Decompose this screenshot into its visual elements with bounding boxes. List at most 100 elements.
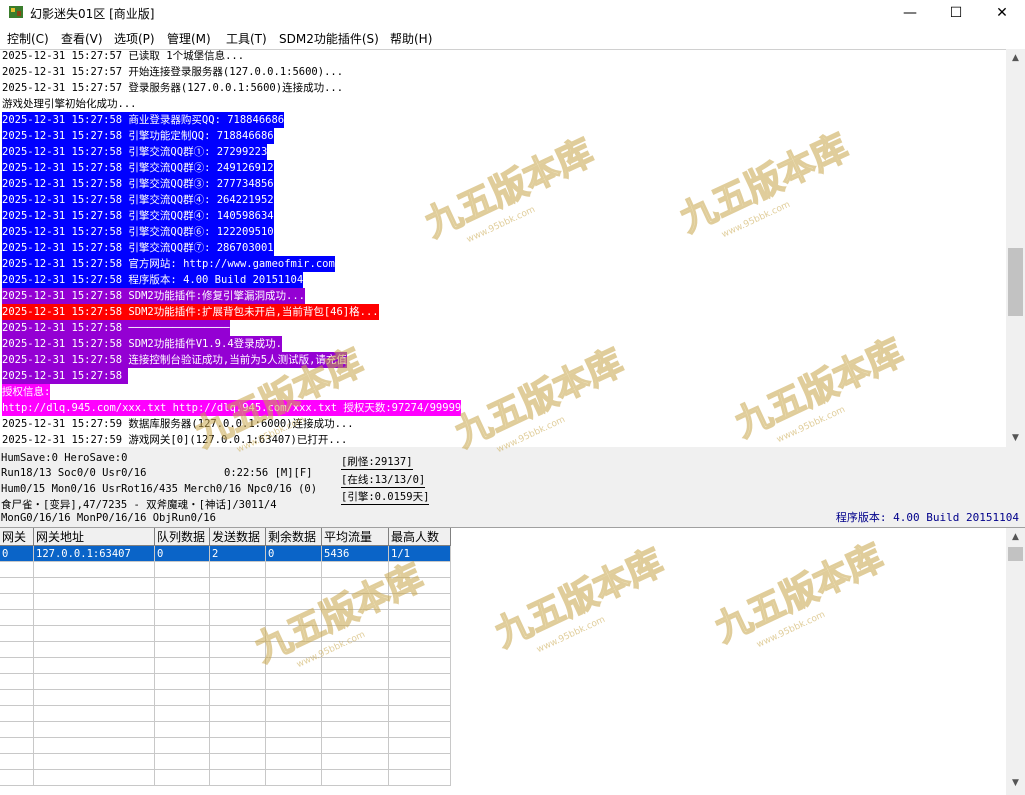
grid-empty-cell[interactable] <box>34 594 155 610</box>
grid-header-cell[interactable]: 发送数据 <box>210 528 266 546</box>
grid-header-cell[interactable]: 队列数据 <box>155 528 210 546</box>
grid-empty-cell[interactable] <box>266 642 322 658</box>
grid-empty-cell[interactable] <box>34 706 155 722</box>
grid-scroll-up-icon[interactable]: ▲ <box>1006 528 1025 545</box>
grid-empty-cell[interactable] <box>322 578 389 594</box>
grid-empty-cell[interactable] <box>389 706 451 722</box>
grid-cell[interactable]: 127.0.0.1:63407 <box>34 546 155 562</box>
grid-empty-cell[interactable] <box>34 738 155 754</box>
grid-empty-cell[interactable] <box>34 690 155 706</box>
grid-empty-cell[interactable] <box>389 562 451 578</box>
grid-empty-cell[interactable] <box>322 562 389 578</box>
grid-empty-cell[interactable] <box>266 658 322 674</box>
grid-empty-cell[interactable] <box>266 578 322 594</box>
grid-empty-cell[interactable] <box>389 738 451 754</box>
grid-empty-cell[interactable] <box>322 610 389 626</box>
grid-empty-cell[interactable] <box>34 754 155 770</box>
grid-empty-cell[interactable] <box>0 578 34 594</box>
grid-empty-cell[interactable] <box>34 578 155 594</box>
grid-empty-cell[interactable] <box>389 722 451 738</box>
grid-empty-cell[interactable] <box>322 594 389 610</box>
grid-empty-cell[interactable] <box>389 642 451 658</box>
grid-empty-cell[interactable] <box>322 706 389 722</box>
grid-empty-cell[interactable] <box>266 610 322 626</box>
grid-cell[interactable]: 2 <box>210 546 266 562</box>
grid-empty-cell[interactable] <box>210 578 266 594</box>
close-button[interactable]: ✕ <box>979 0 1025 25</box>
grid-empty-cell[interactable] <box>210 674 266 690</box>
grid-empty-cell[interactable] <box>322 658 389 674</box>
grid-cell[interactable]: 5436 <box>322 546 389 562</box>
grid-empty-cell[interactable] <box>210 594 266 610</box>
grid-empty-cell[interactable] <box>0 594 34 610</box>
grid-empty-cell[interactable] <box>155 594 210 610</box>
grid-cell[interactable]: 0 <box>266 546 322 562</box>
grid-empty-cell[interactable] <box>155 770 210 786</box>
grid-empty-cell[interactable] <box>0 562 34 578</box>
scroll-down-icon[interactable]: ▼ <box>1006 429 1025 446</box>
grid-empty-cell[interactable] <box>34 770 155 786</box>
grid-empty-cell[interactable] <box>0 674 34 690</box>
menu-help[interactable]: 帮助(H) <box>390 30 432 47</box>
menu-options[interactable]: 选项(P) <box>114 30 155 47</box>
grid-empty-cell[interactable] <box>0 642 34 658</box>
grid-empty-cell[interactable] <box>266 690 322 706</box>
grid-empty-cell[interactable] <box>266 594 322 610</box>
grid-empty-cell[interactable] <box>389 626 451 642</box>
grid-empty-cell[interactable] <box>155 738 210 754</box>
grid-empty-cell[interactable] <box>0 658 34 674</box>
grid-cell[interactable]: 0 <box>155 546 210 562</box>
grid-empty-cell[interactable] <box>0 770 34 786</box>
grid-empty-cell[interactable] <box>0 722 34 738</box>
grid-empty-cell[interactable] <box>266 738 322 754</box>
grid-empty-cell[interactable] <box>322 722 389 738</box>
grid-empty-cell[interactable] <box>322 642 389 658</box>
grid-empty-cell[interactable] <box>389 594 451 610</box>
grid-empty-cell[interactable] <box>389 578 451 594</box>
log-scroll-thumb[interactable] <box>1008 248 1023 316</box>
grid-empty-cell[interactable] <box>210 706 266 722</box>
grid-empty-cell[interactable] <box>34 642 155 658</box>
grid-empty-cell[interactable] <box>34 626 155 642</box>
grid-empty-cell[interactable] <box>0 754 34 770</box>
grid-empty-cell[interactable] <box>0 610 34 626</box>
grid-empty-cell[interactable] <box>0 738 34 754</box>
grid-empty-cell[interactable] <box>389 690 451 706</box>
grid-header-cell[interactable]: 网关 <box>0 528 34 546</box>
grid-cell[interactable]: 0 <box>0 546 34 562</box>
grid-empty-cell[interactable] <box>155 562 210 578</box>
grid-empty-cell[interactable] <box>266 722 322 738</box>
scroll-up-icon[interactable]: ▲ <box>1006 49 1025 66</box>
grid-empty-cell[interactable] <box>322 674 389 690</box>
grid-empty-cell[interactable] <box>155 722 210 738</box>
grid-empty-cell[interactable] <box>34 658 155 674</box>
grid-empty-cell[interactable] <box>389 610 451 626</box>
grid-empty-cell[interactable] <box>266 562 322 578</box>
grid-empty-cell[interactable] <box>322 690 389 706</box>
grid-empty-cell[interactable] <box>389 754 451 770</box>
grid-empty-cell[interactable] <box>322 754 389 770</box>
grid-empty-cell[interactable] <box>210 658 266 674</box>
grid-header-cell[interactable]: 网关地址 <box>34 528 155 546</box>
menu-sdm2-plugin[interactable]: SDM2功能插件(S) <box>279 30 379 47</box>
grid-empty-cell[interactable] <box>0 626 34 642</box>
menu-control[interactable]: 控制(C) <box>7 30 49 47</box>
grid-empty-cell[interactable] <box>210 626 266 642</box>
grid-empty-cell[interactable] <box>266 754 322 770</box>
grid-cell[interactable]: 1/1 <box>389 546 451 562</box>
menu-tools[interactable]: 工具(T) <box>226 30 267 47</box>
grid-empty-cell[interactable] <box>322 770 389 786</box>
grid-empty-cell[interactable] <box>155 706 210 722</box>
grid-empty-cell[interactable] <box>389 658 451 674</box>
grid-empty-cell[interactable] <box>155 658 210 674</box>
grid-empty-cell[interactable] <box>155 626 210 642</box>
grid-empty-cell[interactable] <box>0 706 34 722</box>
grid-header-cell[interactable]: 最高人数 <box>389 528 451 546</box>
grid-empty-cell[interactable] <box>34 722 155 738</box>
grid-empty-cell[interactable] <box>266 674 322 690</box>
grid-empty-cell[interactable] <box>155 578 210 594</box>
grid-empty-cell[interactable] <box>210 738 266 754</box>
menu-view[interactable]: 查看(V) <box>61 30 103 47</box>
grid-empty-cell[interactable] <box>155 610 210 626</box>
grid-empty-cell[interactable] <box>155 690 210 706</box>
